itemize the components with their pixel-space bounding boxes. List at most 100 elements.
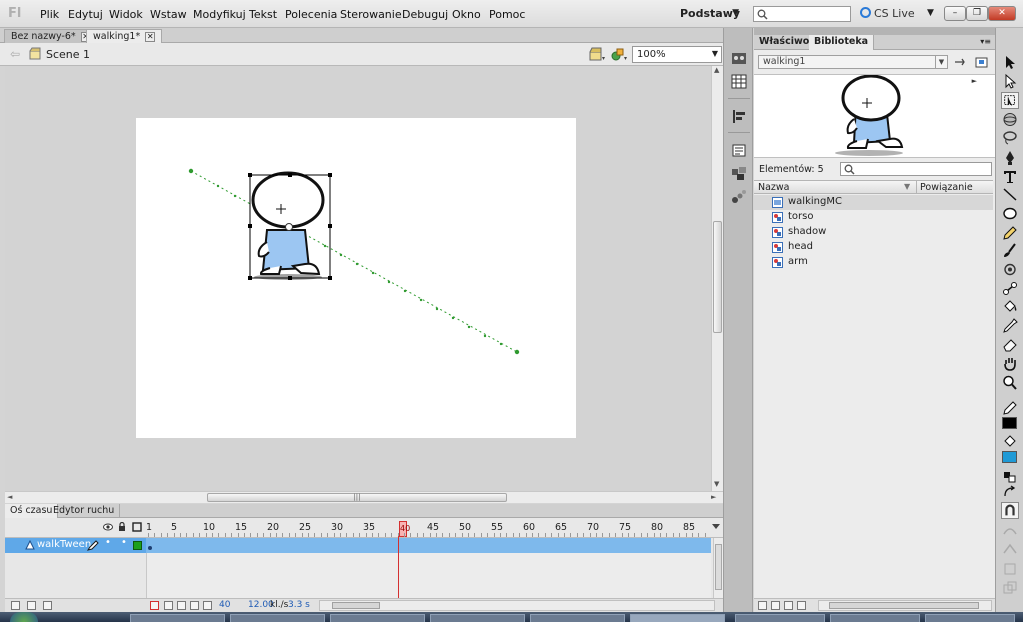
taskbar-app[interactable] bbox=[925, 614, 1015, 622]
scroll-left-icon[interactable]: ◄ bbox=[7, 493, 12, 501]
sort-icon[interactable]: ▼ bbox=[904, 182, 910, 191]
rotate-icon[interactable] bbox=[1001, 560, 1019, 577]
doc-tab-bez-nazwy[interactable]: Bez nazwy-6*✕ bbox=[4, 29, 98, 43]
line-tool-icon[interactable] bbox=[1001, 186, 1019, 203]
snap-to-objects-icon[interactable] bbox=[1001, 502, 1019, 519]
walking-character[interactable] bbox=[251, 171, 325, 280]
edit-scene-icon[interactable] bbox=[588, 46, 606, 63]
taskbar-app[interactable] bbox=[830, 614, 920, 622]
layer-color-swatch[interactable] bbox=[133, 541, 142, 550]
scrollbar-thumb[interactable]: ||| bbox=[207, 493, 507, 502]
column-name[interactable]: Nazwa bbox=[758, 182, 790, 193]
3d-rotation-tool-icon[interactable] bbox=[1001, 111, 1019, 128]
timeline-menu-icon[interactable] bbox=[712, 522, 720, 530]
scroll-up-icon[interactable]: ▲ bbox=[714, 66, 719, 74]
scrollbar-thumb[interactable] bbox=[829, 602, 979, 609]
timeline-vertical-scrollbar[interactable] bbox=[713, 538, 723, 598]
smooth-icon[interactable] bbox=[1001, 522, 1019, 539]
panel-grip[interactable] bbox=[754, 28, 995, 35]
pencil-tool-icon[interactable] bbox=[1001, 224, 1019, 241]
playhead[interactable]: 40 bbox=[399, 521, 410, 537]
edit-symbols-icon[interactable] bbox=[610, 46, 628, 63]
panel-menu-icon[interactable]: ▾≡ bbox=[980, 37, 991, 46]
new-library-panel-icon[interactable] bbox=[975, 56, 988, 68]
deco-tool-icon[interactable] bbox=[1001, 261, 1019, 278]
trash-icon[interactable] bbox=[43, 601, 52, 610]
scroll-down-icon[interactable]: ▼ bbox=[714, 480, 719, 488]
taskbar-app[interactable] bbox=[230, 614, 325, 622]
close-button[interactable]: ✕ bbox=[988, 6, 1016, 21]
back-arrow-icon[interactable]: ⇦ bbox=[10, 47, 20, 61]
onion-outline-icon[interactable] bbox=[177, 601, 186, 610]
menu-debuguj[interactable]: Debuguj bbox=[402, 8, 448, 21]
taskbar-app[interactable] bbox=[530, 614, 625, 622]
color-panel-icon[interactable] bbox=[730, 50, 748, 67]
restore-button[interactable]: ❐ bbox=[966, 6, 988, 21]
frames-area[interactable] bbox=[146, 553, 711, 598]
paint-bucket-tool-icon[interactable] bbox=[1001, 298, 1019, 315]
menu-widok[interactable]: Widok bbox=[109, 8, 143, 21]
taskbar-app[interactable] bbox=[735, 614, 825, 622]
workspace-switcher[interactable]: Podstawy ▼ bbox=[675, 4, 743, 24]
pen-tool-icon[interactable] bbox=[1001, 149, 1019, 166]
menu-pomoc[interactable]: Pomoc bbox=[489, 8, 525, 21]
swatches-icon[interactable] bbox=[730, 73, 748, 90]
library-item-torso[interactable]: torso bbox=[754, 210, 993, 225]
scene-label[interactable]: Scene 1 bbox=[46, 48, 90, 61]
scale-icon[interactable] bbox=[1001, 579, 1019, 596]
motion-path[interactable] bbox=[190, 170, 518, 353]
menu-tekst[interactable]: Tekst bbox=[249, 8, 277, 21]
straighten-icon[interactable] bbox=[1001, 541, 1019, 558]
help-search-input[interactable] bbox=[753, 6, 851, 22]
visibility-dot[interactable]: • bbox=[105, 537, 111, 548]
new-symbol-icon[interactable] bbox=[758, 601, 767, 610]
components-icon[interactable] bbox=[730, 165, 748, 182]
menu-sterowanie[interactable]: Sterowanie bbox=[340, 8, 402, 21]
bone-tool-icon[interactable] bbox=[1001, 280, 1019, 297]
timeline-header[interactable]: 1 5 10 15 20 25 30 35 40 45 50 55 60 65 … bbox=[5, 518, 723, 538]
zoom-tool-icon[interactable] bbox=[1001, 374, 1019, 391]
pin-icon[interactable] bbox=[953, 56, 966, 68]
library-item-walkingmc[interactable]: walkingMC bbox=[754, 195, 993, 210]
doc-tab-walking1[interactable]: walking1* ✕ bbox=[86, 29, 163, 43]
onion-markers-icon[interactable] bbox=[203, 601, 212, 610]
new-layer-icon[interactable] bbox=[11, 601, 20, 610]
subselection-tool-icon[interactable] bbox=[1001, 73, 1019, 90]
start-button[interactable] bbox=[10, 612, 38, 622]
menu-polecenia[interactable]: Polecenia bbox=[285, 8, 337, 21]
center-frame-icon[interactable] bbox=[150, 601, 159, 610]
transform-icon[interactable] bbox=[730, 142, 748, 159]
minimize-button[interactable]: – bbox=[944, 6, 966, 21]
tab-library[interactable]: Biblioteka bbox=[809, 35, 875, 50]
menu-okno[interactable]: Okno bbox=[452, 8, 481, 21]
cs-live-button[interactable]: CS Live bbox=[860, 7, 915, 20]
menu-modyfikuj[interactable]: Modyfikuj bbox=[193, 8, 246, 21]
zoom-select[interactable]: 100% ▼ bbox=[632, 46, 722, 63]
scroll-right-icon[interactable]: ► bbox=[711, 493, 716, 501]
stage-vertical-scrollbar[interactable]: ▲ ▼ bbox=[711, 66, 723, 491]
stroke-color-swatch[interactable] bbox=[1002, 417, 1017, 429]
text-tool-icon[interactable] bbox=[1001, 168, 1019, 185]
eraser-tool-icon[interactable] bbox=[1001, 336, 1019, 353]
selection-tool-icon[interactable] bbox=[1001, 54, 1019, 71]
library-horizontal-scrollbar[interactable] bbox=[818, 600, 992, 611]
lock-dot[interactable]: • bbox=[121, 537, 127, 548]
lock-icon[interactable] bbox=[118, 522, 126, 532]
scrollbar-thumb[interactable] bbox=[332, 602, 380, 609]
tween-span[interactable] bbox=[146, 538, 711, 553]
eyedropper-tool-icon[interactable] bbox=[1001, 317, 1019, 334]
menu-plik[interactable]: Plik bbox=[40, 8, 59, 21]
chevron-down-icon[interactable]: ▼ bbox=[927, 8, 934, 18]
eye-icon[interactable] bbox=[103, 523, 113, 531]
menu-edytuj[interactable]: Edytuj bbox=[68, 8, 103, 21]
menu-wstaw[interactable]: Wstaw bbox=[150, 8, 187, 21]
outline-icon[interactable] bbox=[132, 522, 142, 532]
motion-presets-icon[interactable] bbox=[730, 188, 748, 205]
library-item-shadow[interactable]: shadow bbox=[754, 225, 993, 240]
taskbar-app-active[interactable] bbox=[630, 614, 725, 622]
scrollbar-thumb[interactable] bbox=[715, 544, 722, 590]
layer-name[interactable]: walkTween bbox=[37, 539, 91, 550]
lasso-tool-icon[interactable] bbox=[1001, 129, 1019, 146]
black-white-icon[interactable] bbox=[1001, 468, 1019, 485]
taskbar-app[interactable] bbox=[130, 614, 225, 622]
